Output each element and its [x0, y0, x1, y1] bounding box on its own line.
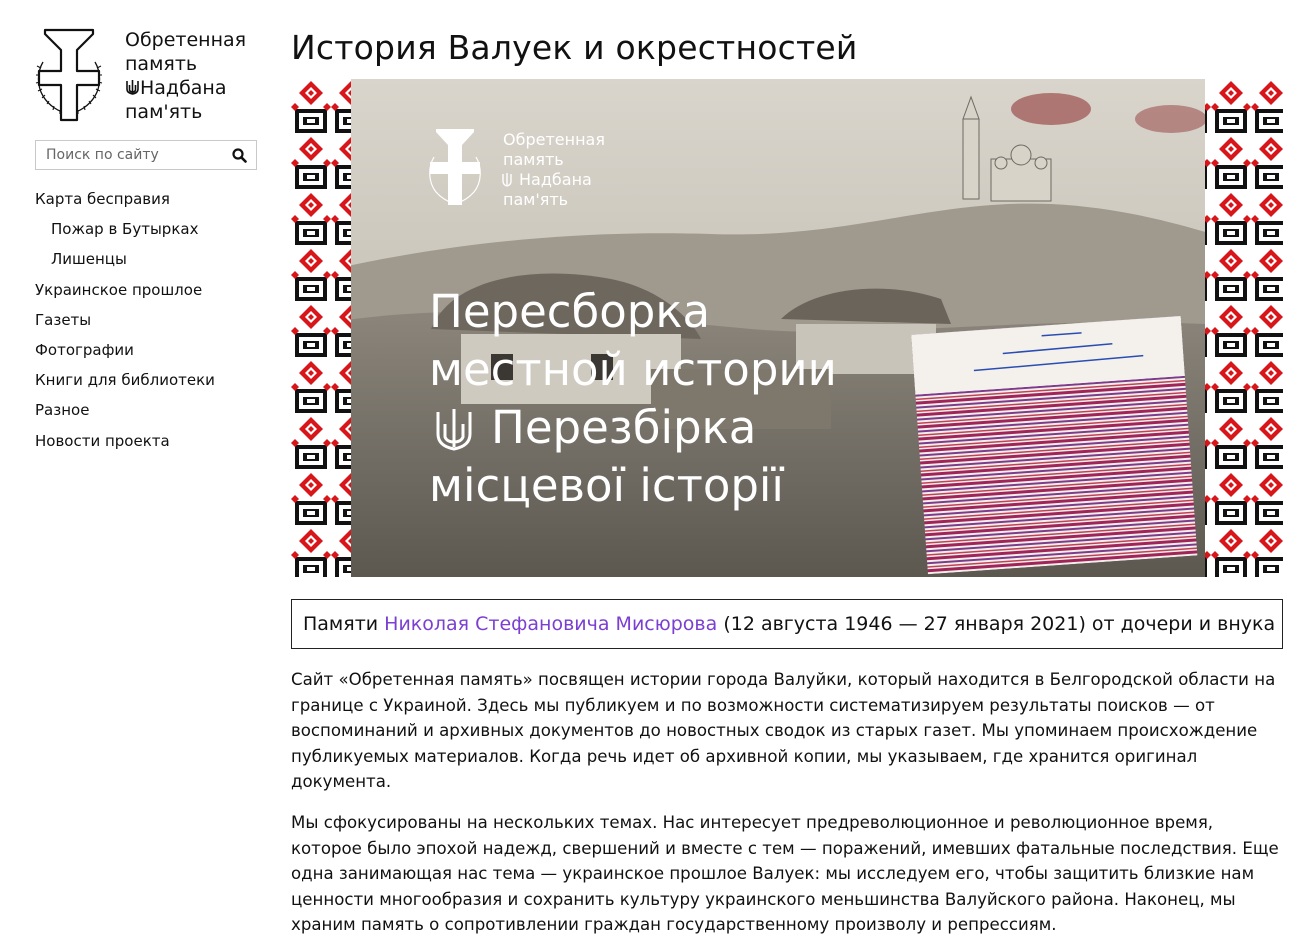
nav-item-karta-bespraviya[interactable]: Карта бесправия [35, 184, 260, 214]
intro-paragraph-2: Мы сфокусированы на нескольких темах. На… [291, 812, 1279, 935]
hero-banner: Обретенная память Надбана пам'ять Пересб… [291, 79, 1283, 577]
nav-item-lishentsy[interactable]: Лишенцы [35, 244, 260, 274]
search-icon [231, 147, 247, 163]
hero-headline-3: Перезбірка [491, 401, 756, 454]
sidebar-nav: Карта бесправия Пожар в Бутырках Лишенцы… [35, 184, 260, 456]
nav-item-fotografii[interactable]: Фотографии [35, 335, 260, 365]
hero-headline-2: местной истории [429, 343, 837, 396]
page-title: История Валуек и окрестностей [291, 28, 858, 67]
search-button[interactable] [222, 141, 256, 169]
nav-item-gazety[interactable]: Газеты [35, 305, 260, 335]
hero-headline-4: місцевої історії [429, 459, 784, 512]
logo-line-2: память [125, 53, 198, 75]
hero-logo-line-1: Обретенная [503, 130, 605, 149]
site-logo[interactable]: Обретенная память Надбана пам'ять [35, 28, 260, 124]
intro-paragraph-1: Сайт «Обретенная память» посвящен истори… [291, 670, 1276, 792]
hero-logo-line-2: память [503, 150, 564, 169]
search-input[interactable] [36, 147, 222, 163]
dedication-prefix: Памяти [303, 613, 379, 635]
dedication-suffix: (12 августа 1946 — 27 января 2021) от до… [723, 613, 1276, 635]
nav-item-novosti[interactable]: Новости проекта [35, 426, 260, 456]
hero-headline-1: Пересборка [429, 285, 710, 338]
logo-line-1: Обретенная [125, 29, 247, 51]
main-content: История Валуек и окрестностей Обретенная… [291, 28, 1283, 938]
hero-image: Обретенная память Надбана пам'ять Пересб… [291, 79, 1283, 577]
nav-item-raznoe[interactable]: Разное [35, 395, 260, 425]
sidebar: Обретенная память Надбана пам'ять Карта … [35, 28, 260, 456]
trident-icon [126, 80, 139, 95]
dedication-link[interactable]: Николая Стефановича Мисюрова [384, 613, 717, 635]
logo-emblem-icon [35, 28, 103, 122]
logo-line-3: Надбана [125, 76, 246, 100]
dedication-box: Памяти Николая Стефановича Мисюрова (12 … [291, 599, 1283, 649]
hero-logo-line-4: пам'ять [503, 190, 568, 209]
nav-item-ukrainskoe-proshloe[interactable]: Украинское прошлое [35, 275, 260, 305]
nav-item-pozhar-v-butyrkah[interactable]: Пожар в Бутырках [35, 214, 260, 244]
hero-logo-line-3: Надбана [519, 170, 592, 189]
search-box [35, 140, 257, 170]
nav-item-knigi[interactable]: Книги для библиотеки [35, 365, 260, 395]
logo-text: Обретенная память Надбана пам'ять [125, 28, 246, 124]
logo-line-4: пам'ять [125, 101, 203, 123]
